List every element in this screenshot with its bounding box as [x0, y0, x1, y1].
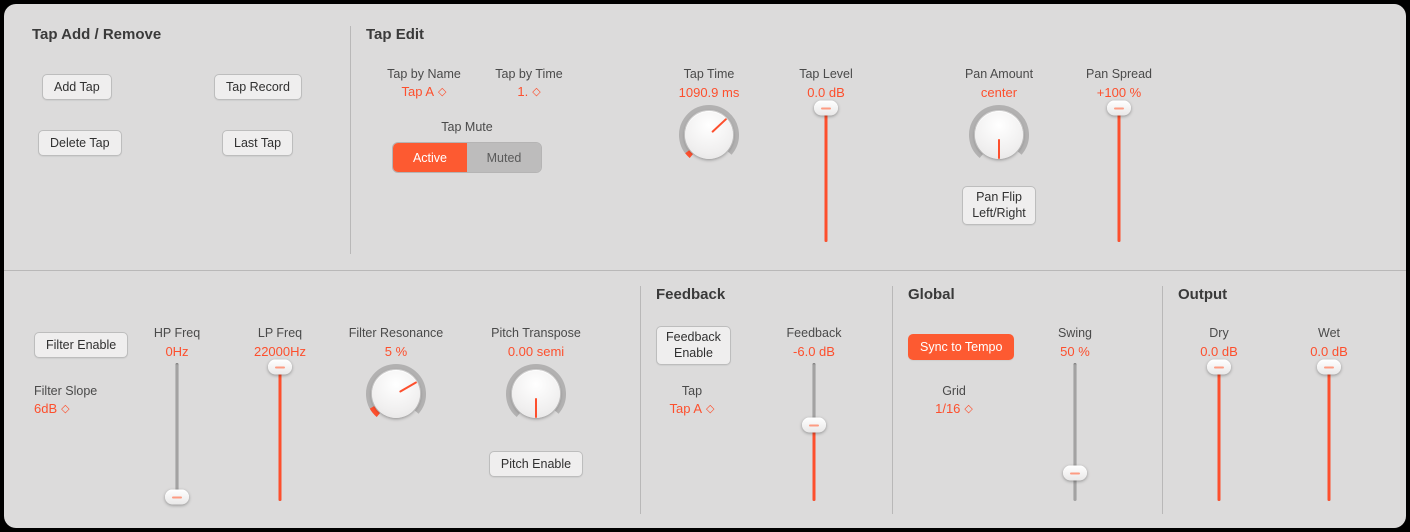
- dry-label: Dry: [1209, 326, 1228, 340]
- pan-spread-value: +100 %: [1097, 85, 1141, 100]
- chevron-updown-icon: ◇: [964, 402, 972, 415]
- feedback-label: Feedback: [787, 326, 842, 340]
- wet-label: Wet: [1318, 326, 1340, 340]
- chevron-updown-icon: ◇: [706, 402, 714, 415]
- hp-freq-label: HP Freq: [154, 326, 200, 340]
- wet-slider[interactable]: [1317, 363, 1341, 501]
- filter-enable-button[interactable]: Filter Enable: [34, 332, 128, 358]
- divider: [350, 26, 351, 254]
- sync-to-tempo-button[interactable]: Sync to Tempo: [908, 334, 1014, 360]
- tap-by-name-label: Tap by Name: [387, 67, 461, 81]
- tap-time-knob[interactable]: [678, 104, 740, 166]
- hp-freq-slider[interactable]: [165, 363, 189, 501]
- pan-spread-slider[interactable]: [1107, 104, 1131, 242]
- pan-amount-value: center: [981, 85, 1017, 100]
- tap-time-label: Tap Time: [684, 67, 735, 81]
- tap-mute-label: Tap Mute: [441, 120, 492, 134]
- tap-time-value: 1090.9 ms: [679, 85, 740, 100]
- hp-freq-value: 0Hz: [165, 344, 188, 359]
- delete-tap-button[interactable]: Delete Tap: [38, 130, 122, 156]
- feedback-slider[interactable]: [802, 363, 826, 501]
- lp-freq-label: LP Freq: [258, 326, 302, 340]
- section-title-feedback: Feedback: [656, 286, 725, 303]
- dry-slider[interactable]: [1207, 363, 1231, 501]
- plugin-panel: Tap Add / Remove Add Tap Tap Record Dele…: [4, 4, 1406, 528]
- tap-record-button[interactable]: Tap Record: [214, 74, 302, 100]
- pitch-transpose-value: 0.00 semi: [508, 344, 564, 359]
- pan-amount-knob[interactable]: [968, 104, 1030, 166]
- divider: [640, 286, 641, 514]
- pitch-transpose-knob[interactable]: [505, 363, 567, 425]
- section-title-tap-edit: Tap Edit: [366, 26, 424, 43]
- swing-label: Swing: [1058, 326, 1092, 340]
- divider: [4, 270, 1406, 271]
- filter-resonance-value: 5 %: [385, 344, 407, 359]
- pan-spread-label: Pan Spread: [1086, 67, 1152, 81]
- filter-slope-select[interactable]: 6dB ◇: [34, 401, 70, 416]
- tap-level-label: Tap Level: [799, 67, 853, 81]
- pitch-transpose-label: Pitch Transpose: [491, 326, 581, 340]
- tap-level-slider[interactable]: [814, 104, 838, 242]
- divider: [892, 286, 893, 514]
- divider: [1162, 286, 1163, 514]
- filter-resonance-label: Filter Resonance: [349, 326, 444, 340]
- lp-freq-slider[interactable]: [268, 363, 292, 501]
- pitch-enable-button[interactable]: Pitch Enable: [489, 451, 583, 477]
- feedback-tap-select[interactable]: Tap A ◇: [670, 401, 715, 416]
- chevron-updown-icon: ◇: [61, 402, 69, 415]
- dry-value: 0.0 dB: [1200, 344, 1238, 359]
- last-tap-button[interactable]: Last Tap: [222, 130, 293, 156]
- lp-freq-value: 22000Hz: [254, 344, 306, 359]
- grid-select[interactable]: 1/16 ◇: [935, 401, 973, 416]
- feedback-tap-label: Tap: [682, 384, 702, 398]
- swing-value: 50 %: [1060, 344, 1090, 359]
- tap-by-time-select[interactable]: 1. ◇: [517, 84, 540, 99]
- pan-flip-button[interactable]: Pan Flip Left/Right: [962, 186, 1036, 225]
- section-title-global: Global: [908, 286, 955, 303]
- section-title-output: Output: [1178, 286, 1227, 303]
- section-title-tap-add: Tap Add / Remove: [32, 26, 161, 43]
- tap-mute-toggle[interactable]: Active Muted: [392, 142, 542, 173]
- pan-amount-label: Pan Amount: [965, 67, 1033, 81]
- tap-level-value: 0.0 dB: [807, 85, 845, 100]
- tap-by-time-label: Tap by Time: [495, 67, 562, 81]
- chevron-updown-icon: ◇: [438, 85, 446, 98]
- wet-value: 0.0 dB: [1310, 344, 1348, 359]
- add-tap-button[interactable]: Add Tap: [42, 74, 112, 100]
- grid-label: Grid: [942, 384, 966, 398]
- swing-slider[interactable]: [1063, 363, 1087, 501]
- chevron-updown-icon: ◇: [532, 85, 540, 98]
- tap-by-name-select[interactable]: Tap A ◇: [402, 84, 447, 99]
- filter-resonance-knob[interactable]: [365, 363, 427, 425]
- feedback-enable-button[interactable]: Feedback Enable: [656, 326, 731, 365]
- feedback-value: -6.0 dB: [793, 344, 835, 359]
- filter-slope-label: Filter Slope: [34, 384, 97, 398]
